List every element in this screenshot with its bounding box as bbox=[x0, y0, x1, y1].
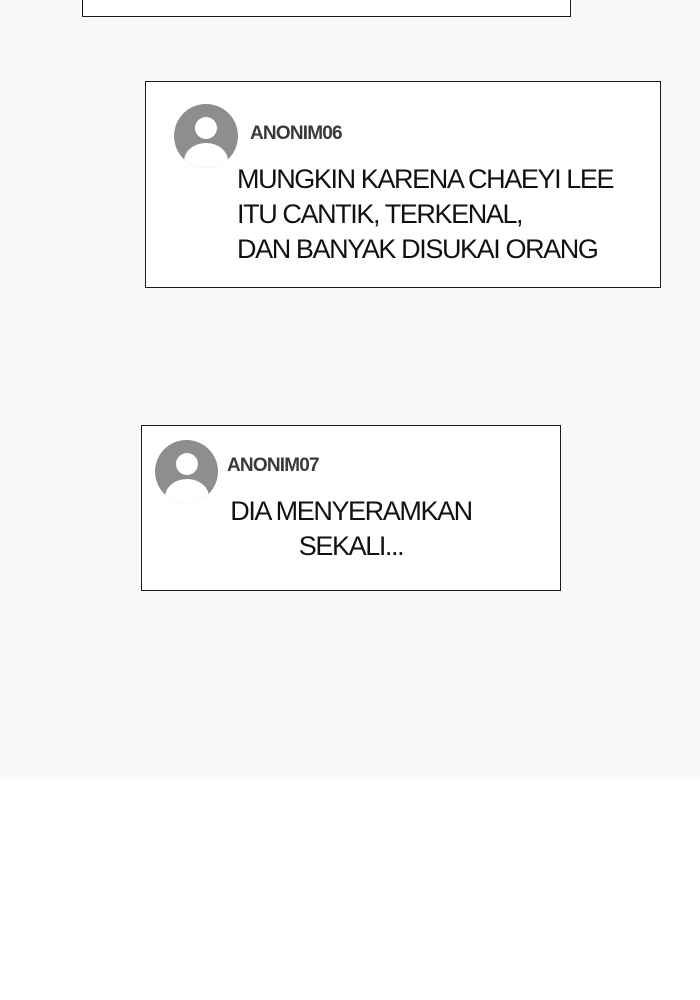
comment-line: DIA MENYERAMKAN bbox=[230, 496, 473, 526]
comment-line: SEKALI... bbox=[298, 531, 405, 561]
comment-box-partial bbox=[82, 0, 571, 17]
comment-text: MUNGKIN KARENA CHAEYI LEE ITU CANTIK, TE… bbox=[237, 162, 615, 267]
comment-line: ITU CANTIK, TERKENAL, bbox=[237, 199, 524, 229]
comment-box-anonim06: ANONIM06 MUNGKIN KARENA CHAEYI LEE ITU C… bbox=[145, 81, 661, 288]
comment-line: DAN BANYAK DISUKAI ORANG bbox=[237, 234, 599, 264]
comment-username: ANONIM06 bbox=[250, 123, 343, 144]
comment-line: MUNGKIN KARENA CHAEYI LEE bbox=[237, 164, 615, 194]
comment-text: DIA MENYERAMKAN SEKALI... bbox=[142, 494, 560, 564]
user-avatar-icon bbox=[174, 104, 238, 168]
comment-box-anonim07: ANONIM07 DIA MENYERAMKAN SEKALI... bbox=[141, 425, 561, 591]
comment-username: ANONIM07 bbox=[227, 455, 320, 476]
